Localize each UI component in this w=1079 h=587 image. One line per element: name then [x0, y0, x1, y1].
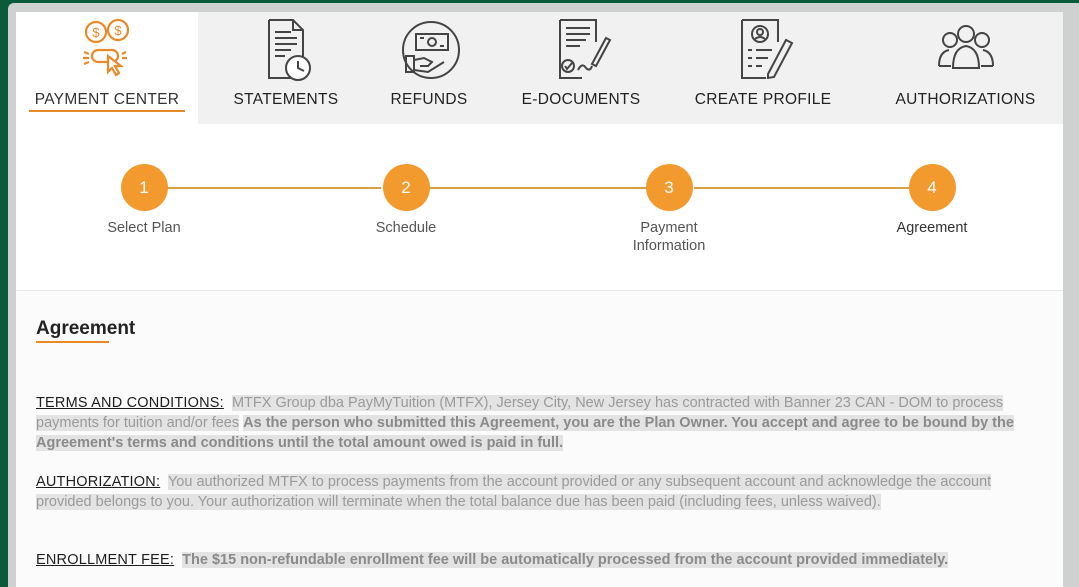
step-agreement[interactable]: 4 Agreement	[852, 164, 1012, 237]
progress-stepper: 1 Select Plan 2 Schedule 3 Payment Infor…	[16, 124, 1063, 292]
step-label: Agreement	[896, 220, 968, 236]
step-label: Select Plan	[107, 220, 181, 236]
enrollment-bold-text: The $15 non-refundable enrollment fee wi…	[182, 552, 949, 568]
enrollment-paragraph: ENROLLMENT FEE: The $15 non-refundable e…	[36, 550, 1042, 570]
tab-e-documents[interactable]: E-DOCUMENTS	[506, 12, 656, 124]
step-number: 1	[120, 164, 168, 211]
tab-label: CREATE PROFILE	[694, 91, 832, 108]
tab-label: E-DOCUMENTS	[521, 91, 641, 108]
step-schedule[interactable]: 2 Schedule	[326, 164, 486, 237]
profile-pencil-icon	[728, 16, 798, 86]
tab-payment-center[interactable]: $ $ PAYMENT CENTER	[16, 12, 198, 124]
svg-text:$: $	[92, 25, 100, 40]
active-tab-underline	[29, 110, 185, 112]
top-tab-bar: $ $ PAYMENT CENTER STATEMENTS REFUNDS E-…	[16, 12, 1063, 124]
main-panel: $ $ PAYMENT CENTER STATEMENTS REFUNDS E-…	[16, 12, 1063, 587]
step-payment-information[interactable]: 3 Payment Information	[589, 164, 749, 255]
step-number: 3	[645, 164, 693, 211]
tab-statements[interactable]: STATEMENTS	[216, 12, 356, 124]
step-label: Schedule	[375, 220, 437, 236]
title-underline	[36, 341, 109, 343]
statement-clock-icon	[251, 16, 321, 86]
tab-label: PAYMENT CENTER	[34, 91, 180, 108]
step-select-plan[interactable]: 1 Select Plan	[64, 164, 224, 237]
terms-heading: TERMS AND CONDITIONS:	[36, 395, 224, 411]
agreement-title: Agreement	[36, 318, 136, 339]
tab-label: AUTHORIZATIONS	[895, 91, 1036, 108]
users-group-icon	[931, 16, 1001, 86]
terms-paragraph: TERMS AND CONDITIONS: MTFX Group dba Pay…	[36, 393, 1042, 453]
svg-text:$: $	[114, 23, 122, 38]
tab-authorizations[interactable]: AUTHORIZATIONS	[878, 12, 1053, 124]
tab-create-profile[interactable]: CREATE PROFILE	[678, 12, 848, 124]
authorization-heading: AUTHORIZATION:	[36, 474, 161, 490]
enrollment-heading: ENROLLMENT FEE:	[36, 552, 175, 568]
tab-label: REFUNDS	[390, 91, 468, 108]
refund-hand-icon	[394, 16, 464, 86]
step-number: 2	[382, 164, 430, 211]
agreement-section: Agreement TERMS AND CONDITIONS: MTFX Gro…	[16, 291, 1063, 587]
tab-refunds[interactable]: REFUNDS	[374, 12, 484, 124]
authorization-paragraph: AUTHORIZATION: You authorized MTFX to pr…	[36, 472, 1042, 512]
payment-click-icon: $ $	[72, 16, 142, 86]
authorization-text: You authorized MTFX to process payments …	[36, 474, 992, 510]
step-label: Payment Information	[632, 220, 706, 254]
step-number: 4	[908, 164, 956, 211]
document-sign-icon	[546, 16, 616, 86]
tab-label: STATEMENTS	[233, 91, 339, 108]
